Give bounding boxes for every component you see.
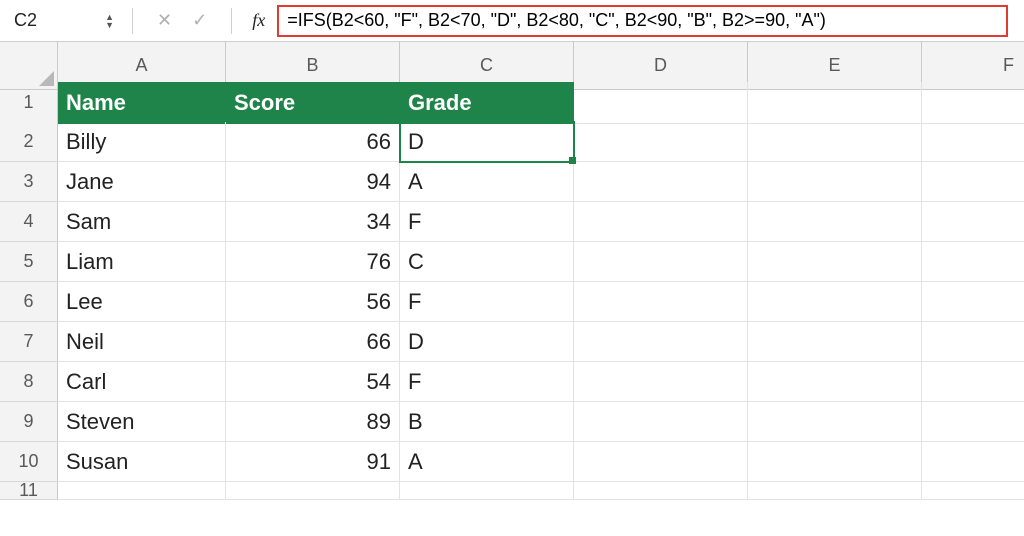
cell-A6[interactable]: Lee <box>58 282 226 322</box>
row-head-3[interactable]: 3 <box>0 162 58 202</box>
cell-E3[interactable] <box>748 162 922 202</box>
cell-D10[interactable] <box>574 442 748 482</box>
spreadsheet-grid: A B C D E F 1 Name Score Grade 2 Billy 6… <box>0 42 1024 522</box>
cell-A2[interactable]: Billy <box>58 122 226 162</box>
cell-E2[interactable] <box>748 122 922 162</box>
cell-E8[interactable] <box>748 362 922 402</box>
cell-C5[interactable]: C <box>400 242 574 282</box>
row-head-6[interactable]: 6 <box>0 282 58 322</box>
cell-A11[interactable] <box>58 482 226 500</box>
cell-C9[interactable]: B <box>400 402 574 442</box>
formula-bar: C2 ▲ ▼ ✕ ✓ fx <box>0 0 1024 42</box>
cell-C2[interactable]: D <box>400 122 574 162</box>
cell-F3[interactable] <box>922 162 1024 202</box>
separator <box>231 8 232 34</box>
formula-input[interactable] <box>285 9 1000 32</box>
cell-D1[interactable] <box>574 82 748 124</box>
cell-A7[interactable]: Neil <box>58 322 226 362</box>
cell-E10[interactable] <box>748 442 922 482</box>
row-head-10[interactable]: 10 <box>0 442 58 482</box>
cell-F7[interactable] <box>922 322 1024 362</box>
separator <box>132 8 133 34</box>
cancel-icon[interactable]: ✕ <box>157 10 172 31</box>
cell-C11[interactable] <box>400 482 574 500</box>
cell-C4[interactable]: F <box>400 202 574 242</box>
cell-D4[interactable] <box>574 202 748 242</box>
name-box[interactable]: C2 ▲ ▼ <box>6 10 118 31</box>
cell-F11[interactable] <box>922 482 1024 500</box>
name-box-value: C2 <box>14 10 101 31</box>
enter-icon[interactable]: ✓ <box>192 10 207 31</box>
cell-B3[interactable]: 94 <box>226 162 400 202</box>
row-head-11[interactable]: 11 <box>0 482 58 500</box>
cell-A10[interactable]: Susan <box>58 442 226 482</box>
row-head-9[interactable]: 9 <box>0 402 58 442</box>
cell-C1[interactable]: Grade <box>400 82 574 124</box>
cell-D5[interactable] <box>574 242 748 282</box>
cell-F5[interactable] <box>922 242 1024 282</box>
cell-D8[interactable] <box>574 362 748 402</box>
formula-highlight <box>277 5 1008 37</box>
cell-C10[interactable]: A <box>400 442 574 482</box>
cell-F2[interactable] <box>922 122 1024 162</box>
cell-F8[interactable] <box>922 362 1024 402</box>
cell-F4[interactable] <box>922 202 1024 242</box>
cell-F1[interactable] <box>922 82 1024 124</box>
cell-A3[interactable]: Jane <box>58 162 226 202</box>
select-all-corner[interactable] <box>0 42 58 90</box>
row-head-4[interactable]: 4 <box>0 202 58 242</box>
cell-D2[interactable] <box>574 122 748 162</box>
cell-A8[interactable]: Carl <box>58 362 226 402</box>
cell-E4[interactable] <box>748 202 922 242</box>
cell-A1[interactable]: Name <box>58 82 226 124</box>
cell-C6[interactable]: F <box>400 282 574 322</box>
cell-E9[interactable] <box>748 402 922 442</box>
cell-C3[interactable]: A <box>400 162 574 202</box>
cell-E5[interactable] <box>748 242 922 282</box>
row-head-8[interactable]: 8 <box>0 362 58 402</box>
cell-E7[interactable] <box>748 322 922 362</box>
cell-B5[interactable]: 76 <box>226 242 400 282</box>
cell-B11[interactable] <box>226 482 400 500</box>
row-head-7[interactable]: 7 <box>0 322 58 362</box>
cell-E1[interactable] <box>748 82 922 124</box>
cell-B9[interactable]: 89 <box>226 402 400 442</box>
cell-D3[interactable] <box>574 162 748 202</box>
cell-D9[interactable] <box>574 402 748 442</box>
cell-C8[interactable]: F <box>400 362 574 402</box>
cell-B10[interactable]: 91 <box>226 442 400 482</box>
cell-D11[interactable] <box>574 482 748 500</box>
row-head-2[interactable]: 2 <box>0 122 58 162</box>
fx-icon[interactable]: fx <box>252 10 265 31</box>
cell-F6[interactable] <box>922 282 1024 322</box>
stepper-down-icon[interactable]: ▼ <box>105 21 114 29</box>
name-box-stepper[interactable]: ▲ ▼ <box>105 13 114 29</box>
cell-A9[interactable]: Steven <box>58 402 226 442</box>
cell-C7[interactable]: D <box>400 322 574 362</box>
cell-B8[interactable]: 54 <box>226 362 400 402</box>
cell-A5[interactable]: Liam <box>58 242 226 282</box>
cell-B7[interactable]: 66 <box>226 322 400 362</box>
cell-B4[interactable]: 34 <box>226 202 400 242</box>
cell-E6[interactable] <box>748 282 922 322</box>
cell-F9[interactable] <box>922 402 1024 442</box>
cell-A4[interactable]: Sam <box>58 202 226 242</box>
cell-B1[interactable]: Score <box>226 82 400 124</box>
row-head-5[interactable]: 5 <box>0 242 58 282</box>
cell-F10[interactable] <box>922 442 1024 482</box>
cell-B6[interactable]: 56 <box>226 282 400 322</box>
cell-B2[interactable]: 66 <box>226 122 400 162</box>
cell-D6[interactable] <box>574 282 748 322</box>
cell-D7[interactable] <box>574 322 748 362</box>
cell-E11[interactable] <box>748 482 922 500</box>
